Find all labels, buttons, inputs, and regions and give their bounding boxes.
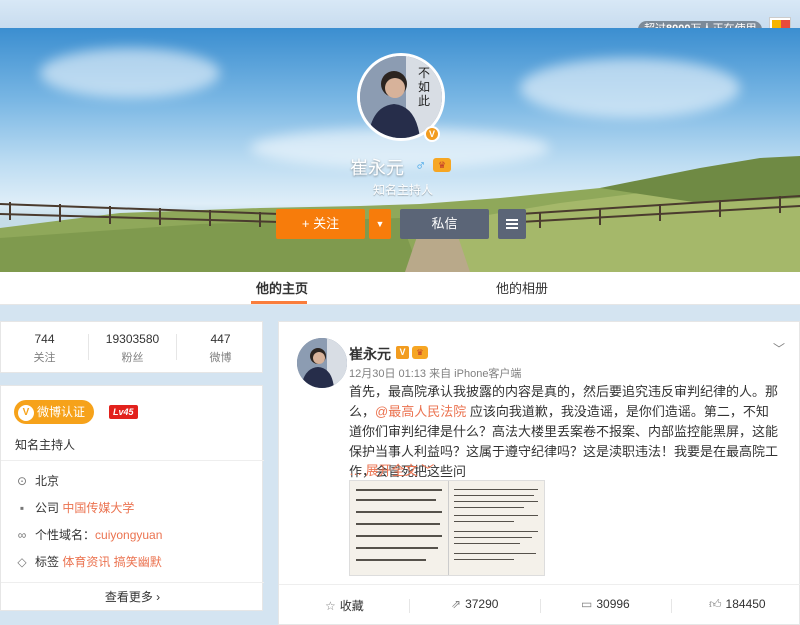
expand-full-text-link[interactable]: … 展开全文 ﹀	[349, 460, 434, 479]
profile-title: 知名主持人	[373, 183, 434, 197]
divider	[1, 582, 264, 583]
like-count: 184450	[725, 597, 766, 611]
location-value: 北京	[35, 474, 60, 488]
verified-title: 知名主持人	[15, 438, 76, 452]
weibo-verified-badge[interactable]: V 微博认证	[14, 400, 95, 424]
domain-link[interactable]: cuiyongyuan	[95, 528, 162, 542]
profile-info-card: V 微博认证 Lv45 知名主持人 ⊙ 北京 ▪ 公司 中国传媒大学 ∞ 个性域名：cu…	[0, 385, 264, 611]
collect-label: 收藏	[339, 599, 364, 613]
verified-v-icon: V	[18, 405, 34, 421]
company-row: ▪ 公司 中国传媒大学	[15, 499, 135, 516]
avatar-calligraphy: 不如此	[418, 66, 431, 108]
stat-posts[interactable]: 447 微博	[177, 332, 264, 365]
more-menu-button[interactable]	[498, 209, 526, 239]
divider	[671, 599, 672, 613]
level-badge[interactable]: Lv45	[109, 405, 138, 419]
male-icon: ♂	[415, 157, 427, 174]
divider	[540, 599, 541, 613]
caret-down-icon: ▼	[375, 219, 385, 229]
stat-following-label: 关注	[33, 352, 56, 364]
post-image-document[interactable]	[349, 480, 545, 576]
company-link[interactable]: 中国传媒大学	[62, 501, 134, 515]
divider	[448, 481, 449, 575]
stat-followers-label: 粉丝	[121, 352, 144, 364]
stat-following-value: 744	[34, 332, 55, 346]
like-button[interactable]: 👍︎ 184450	[709, 597, 766, 612]
vip-crown-icon: ♛	[412, 346, 428, 359]
profile-name: 崔永元	[350, 158, 404, 178]
tab-album[interactable]: 他的相册	[496, 272, 548, 305]
tags-label: 标签	[35, 555, 60, 569]
mention-link[interactable]: @最高人民法院	[375, 404, 466, 419]
comment-button[interactable]: ▭ 30996	[581, 597, 630, 611]
stat-posts-label: 微博	[209, 352, 232, 364]
active-tab-indicator	[251, 301, 307, 304]
verified-icon: V	[396, 346, 409, 359]
location-pin-icon: ⊙	[16, 474, 28, 488]
post-source: 来自 iPhone客户端	[429, 368, 522, 380]
stat-following[interactable]: 744 关注	[1, 332, 88, 365]
stat-followers-value: 19303580	[105, 332, 160, 346]
post-meta: 12月30日 01:13 来自 iPhone客户端	[349, 365, 521, 381]
repost-button[interactable]: ⇗ 37290	[451, 597, 498, 611]
company-label: 公司	[35, 501, 60, 515]
view-more-link[interactable]: 查看更多 ›	[1, 588, 264, 605]
message-button[interactable]: 私信	[400, 209, 489, 239]
briefcase-icon: ▪	[19, 501, 25, 515]
verified-label: 微博认证	[37, 405, 86, 419]
post-author-name[interactable]: 崔永元	[349, 344, 391, 364]
tags-row: ◇ 标签 体育资讯 搞笑幽默	[15, 553, 162, 570]
post-author-avatar[interactable]	[297, 338, 347, 388]
repost-icon: ⇗	[451, 597, 462, 611]
tag-link[interactable]: 体育资讯	[62, 555, 110, 569]
collect-button[interactable]: ☆ 收藏	[325, 597, 364, 614]
follow-button[interactable]: + 关注	[276, 209, 365, 239]
stats-card: 744 关注 19303580 粉丝 447 微博	[0, 321, 263, 373]
divider	[409, 599, 410, 613]
comment-icon: ▭	[581, 597, 593, 611]
avatar-photo	[297, 338, 347, 388]
tag-icon: ◇	[17, 555, 27, 569]
domain-row: ∞ 个性域名：cuiyongyuan	[15, 526, 163, 543]
thumbs-up-icon: 👍︎	[709, 597, 722, 611]
stat-followers[interactable]: 19303580 粉丝	[89, 332, 176, 365]
post-action-bar: ☆ 收藏 ⇗ 37290 ▭ 30996 👍︎ 184450	[279, 584, 800, 625]
location-row: ⊙ 北京	[15, 472, 59, 489]
follow-dropdown-button[interactable]: ▼	[369, 209, 391, 239]
post-time[interactable]: 12月30日 01:13	[349, 368, 426, 380]
vip-crown-icon: ♛	[433, 158, 451, 172]
link-icon: ∞	[17, 528, 27, 542]
repost-count: 37290	[465, 597, 499, 611]
domain-label: 个性域名：	[35, 528, 96, 542]
star-icon: ☆	[325, 599, 336, 613]
verified-icon: V	[424, 126, 440, 142]
divider	[1, 460, 264, 461]
comment-count: 30996	[596, 597, 630, 611]
post-options-chevron-icon[interactable]: ﹀	[773, 340, 785, 357]
stat-posts-value: 447	[210, 332, 231, 346]
profile-tabbar: 他的主页 他的相册	[0, 272, 800, 305]
tag-link[interactable]: 搞笑幽默	[114, 555, 162, 569]
post-card: 崔永元 V ♛ 12月30日 01:13 来自 iPhone客户端 ﹀ 首先，最…	[278, 321, 800, 625]
